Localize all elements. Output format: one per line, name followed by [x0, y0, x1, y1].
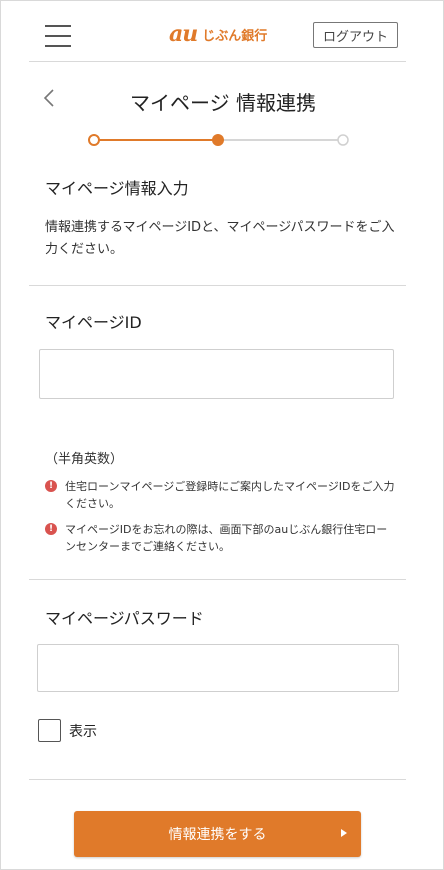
step-1-dot: [88, 134, 100, 146]
logo-bank-text: じぶん銀行: [202, 28, 268, 44]
back-chevron-icon[interactable]: [39, 87, 61, 109]
header-divider: [29, 61, 406, 62]
section-divider: [29, 285, 406, 286]
show-password-checkbox[interactable]: [38, 719, 61, 742]
notice-item: ! 住宅ローンマイページご登録時にご案内したマイページIDをご入力ください。: [45, 478, 395, 512]
section-divider: [29, 579, 406, 580]
bank-logo: au じぶん銀行: [169, 21, 267, 47]
submit-label: 情報連携をする: [168, 827, 267, 843]
mobile-screen: au じぶん銀行 ログアウト マイページ 情報連携 マイページ情報入力 情報連携…: [0, 0, 444, 870]
section-heading: マイページ情報入力: [45, 179, 189, 198]
logout-button[interactable]: ログアウト: [313, 22, 398, 48]
notice-text: マイページIDをお忘れの際は、画面下部のauじぶん銀行住宅ローンセンターまでご連…: [65, 523, 388, 553]
show-password-label[interactable]: 表示: [69, 721, 97, 741]
alert-icon: !: [45, 523, 57, 535]
step-indicator: [87, 132, 357, 146]
menu-icon[interactable]: [45, 23, 71, 49]
mypage-id-hint: （半角英数）: [45, 452, 124, 467]
section-divider: [29, 779, 406, 780]
step-3-dot: [337, 134, 349, 146]
notice-item: ! マイページIDをお忘れの際は、画面下部のauじぶん銀行住宅ローンセンターまで…: [45, 521, 395, 555]
notice-text: 住宅ローンマイページご登録時にご案内したマイページIDをご入力ください。: [65, 480, 395, 510]
password-label: マイページパスワード: [45, 609, 204, 628]
logo-au-text: au: [169, 21, 198, 47]
page-title: マイページ 情報連携: [130, 91, 316, 115]
mypage-id-label: マイページID: [45, 313, 142, 332]
step-2-dot: [212, 134, 224, 146]
mypage-id-input[interactable]: [39, 349, 394, 399]
alert-icon: !: [45, 480, 57, 492]
play-arrow-icon: [341, 829, 347, 837]
section-description: 情報連携するマイページIDと、マイページパスワードをご入力ください。: [45, 220, 395, 257]
link-info-submit-button[interactable]: 情報連携をする: [74, 811, 361, 857]
password-input[interactable]: [37, 644, 399, 692]
